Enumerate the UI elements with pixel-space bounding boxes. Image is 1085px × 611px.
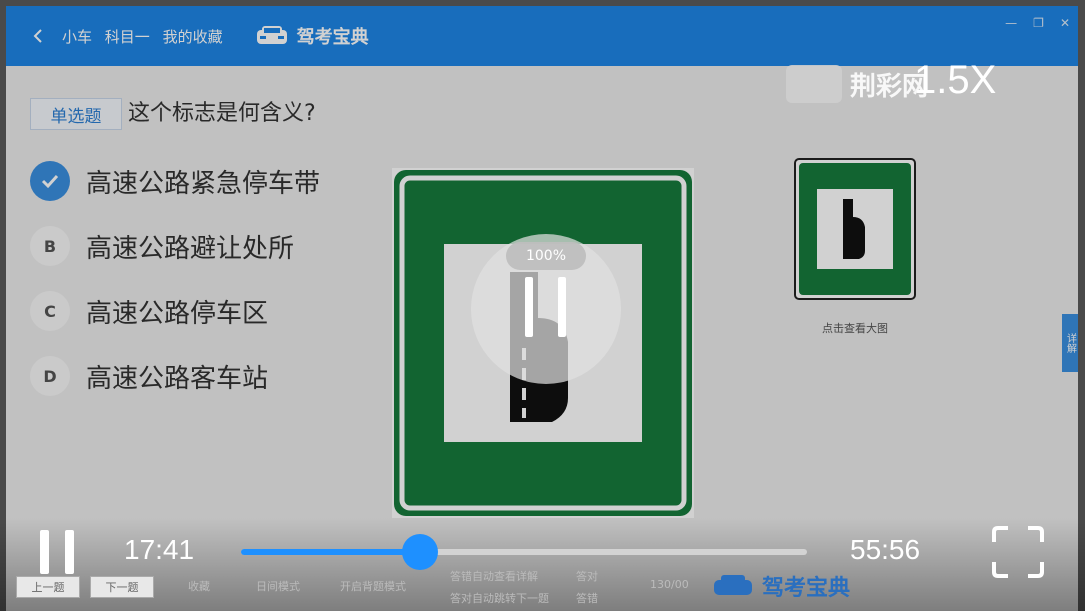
current-time: 17:41 — [124, 534, 195, 565]
auto-explain-toggle[interactable]: 答错自动查看详解 — [450, 568, 538, 584]
auto-next-toggle[interactable]: 答对自动跳转下一题 — [450, 590, 549, 606]
seek-bar[interactable] — [241, 534, 807, 570]
seek-progress — [241, 549, 420, 555]
playback-speed[interactable]: 1.5X — [914, 58, 996, 103]
fullscreen-icon — [992, 526, 1044, 578]
buffer-percent: 100% — [506, 242, 586, 270]
pause-button[interactable] — [40, 530, 74, 574]
pause-icon — [525, 277, 533, 337]
prev-question-button[interactable]: 上一题 — [16, 576, 80, 598]
favorite-toggle[interactable]: 收藏 — [188, 578, 210, 594]
day-mode-toggle[interactable]: 日间模式 — [256, 578, 300, 594]
pause-icon — [65, 530, 74, 574]
total-time: 55:56 — [850, 534, 921, 565]
next-question-button[interactable]: 下一题 — [90, 576, 154, 598]
bottom-brand-logo: 驾考宝典 — [712, 570, 850, 602]
pause-icon — [558, 277, 566, 337]
pause-icon — [40, 530, 49, 574]
memorize-mode-toggle[interactable]: 开启背题模式 — [340, 578, 406, 594]
wrong-count: 答错 — [576, 592, 598, 605]
car-icon — [714, 575, 752, 595]
question-bottom-bar: 上一题 下一题 收藏 日间模式 开启背题模式 答错自动查看详解 答对自动跳转下一… — [0, 570, 1085, 611]
bottom-brand-name: 驾考宝典 — [762, 576, 851, 601]
question-counter: 130/00 — [650, 578, 689, 591]
fullscreen-button[interactable] — [990, 524, 1046, 580]
correct-count: 答对 — [576, 570, 598, 583]
watermark-logo-icon — [786, 65, 842, 103]
seek-handle[interactable] — [401, 534, 438, 570]
